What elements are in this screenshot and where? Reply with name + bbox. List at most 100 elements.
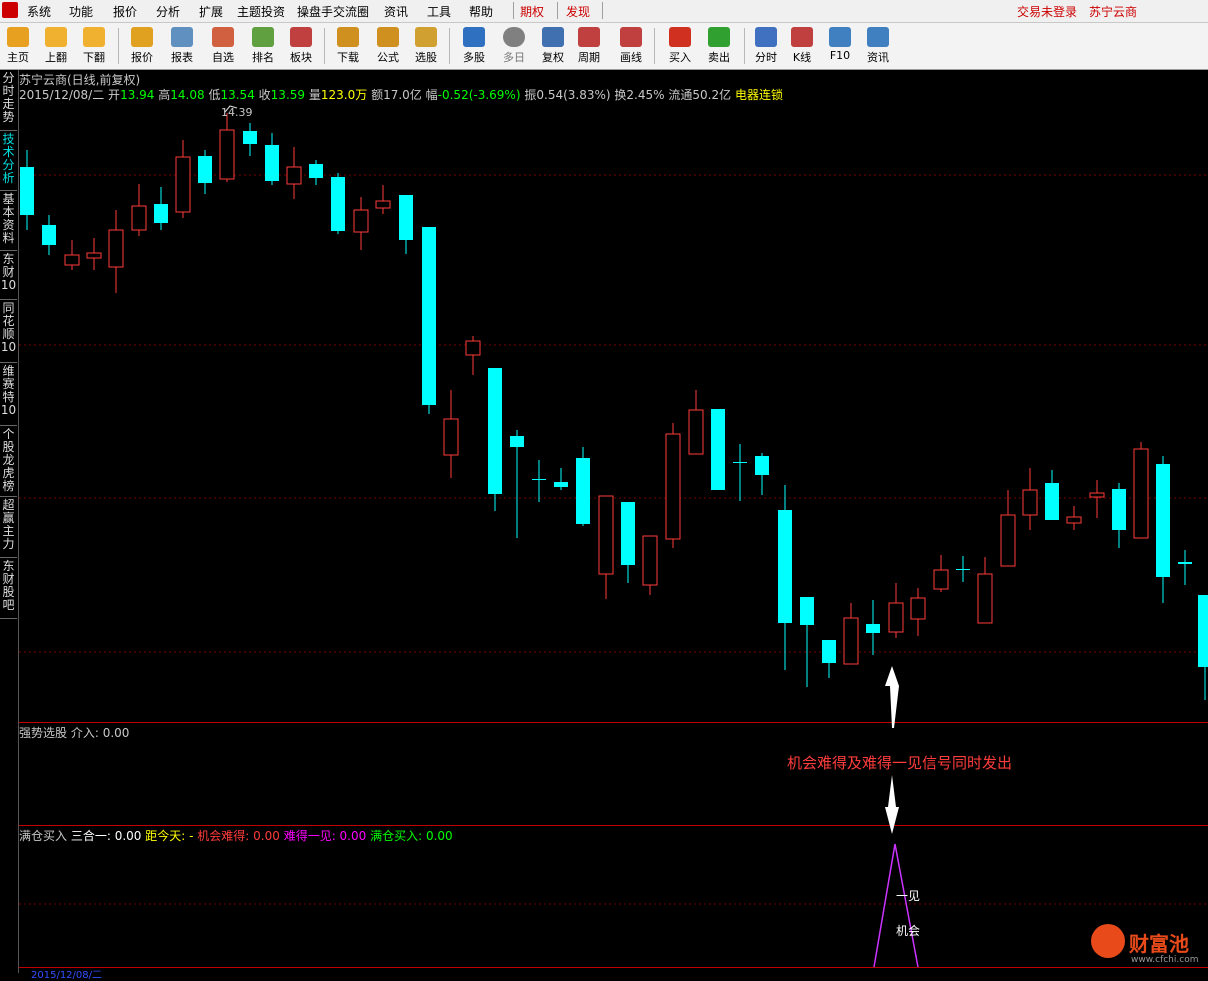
news-button[interactable]: 资讯 [858,25,898,67]
sell-icon [708,27,730,47]
tab-dragon-tiger[interactable]: 个股龙虎榜 [0,426,17,497]
multi-day-button[interactable]: 多日 [494,25,534,67]
candle-body [910,597,926,620]
candle [621,502,635,583]
login-status[interactable]: 交易未登录 [1017,3,1077,20]
tab-wst-10[interactable]: 维赛特10 [0,363,17,426]
menu-trader-circle[interactable]: 操盘手交流圈 [297,3,369,20]
candle-body [488,368,502,494]
intraday-button[interactable]: 分时 [746,25,786,67]
menu-analysis[interactable]: 分析 [156,3,180,20]
tab-basic-info[interactable]: 基本资料 [0,191,17,251]
menu-bar: 系统 功能 报价 分析 扩展 主题投资 操盘手交流圈 资讯 工具 帮助 期权 发… [0,0,1208,23]
high-value: 14.08 [170,88,205,102]
menu-news[interactable]: 资讯 [384,3,408,20]
panel2-name[interactable]: 强势选股 [19,726,67,740]
current-stock-name: 苏宁云商 [1089,5,1138,19]
toolbar-separator [744,28,745,64]
menu-quote[interactable]: 报价 [113,3,137,20]
watchlist-button[interactable]: 自选 [203,25,243,67]
page-down-button[interactable]: 下翻 [74,25,114,67]
menu-discover[interactable]: 发现 [566,3,590,20]
download-button[interactable]: 下载 [328,25,368,67]
toolbar-separator [449,28,450,64]
candle [353,197,369,250]
menu-options[interactable]: 期权 [520,3,544,20]
sector-name[interactable]: 电器连锁 [735,88,783,102]
rank-button[interactable]: 排名 [243,25,283,67]
tab-stock-forum[interactable]: 东财股吧 [0,558,17,619]
buy-icon [669,27,691,47]
candle [219,113,235,182]
candle [1022,468,1038,530]
tab-technical-analysis[interactable]: 技术分析 [0,131,17,191]
menu-system[interactable]: 系统 [27,3,51,20]
formula-button[interactable]: 公式 [368,25,408,67]
candle-body [621,502,635,565]
candle-body [977,573,993,624]
f10-button[interactable]: F10 [820,25,860,67]
panel3-name[interactable]: 满仓买入 [19,829,67,843]
draw-line-button[interactable]: 画线 [611,25,651,67]
home-button[interactable]: 主页 [0,25,38,67]
panel3-item-rarely-seen: 难得一见: 0.00 [283,829,367,843]
f10-icon [829,27,851,47]
tab-eastmoney-10[interactable]: 东财10 [0,251,17,300]
yen-icon [131,27,153,47]
panel2-item: 介入: 0.00 [70,726,130,740]
candle-body [175,156,191,213]
sell-button[interactable]: 卖出 [699,25,739,67]
candle [131,184,147,236]
candle-body [532,479,546,480]
quote-button[interactable]: 报价 [122,25,162,67]
candle-body [554,482,568,487]
candle [956,556,970,582]
tab-intraday[interactable]: 分时走势 [0,70,17,131]
report-button[interactable]: 报表 [162,25,202,67]
menu-help[interactable]: 帮助 [469,3,493,20]
candle-body [778,510,792,623]
menu-function[interactable]: 功能 [69,3,93,20]
report-icon [171,27,193,47]
candle [375,185,391,214]
candle-body [108,229,124,268]
multi-stock-button[interactable]: 多股 [454,25,494,67]
candle-body [309,164,323,178]
candle-body [86,252,102,259]
kline-button[interactable]: K线 [782,25,822,67]
candle-body [219,129,235,180]
tab-main-force[interactable]: 超赢主力 [0,497,17,558]
volume-label: 量 [308,88,321,102]
kline-chart[interactable]: 苏宁云商(日线,前复权) 2015/12/08/二 开13.94 高14.08 … [19,70,1208,981]
menu-tools[interactable]: 工具 [427,3,451,20]
down-arrow-icon [83,27,105,47]
sector-button[interactable]: 板块 [281,25,321,67]
low-value: 13.54 [220,88,255,102]
page-up-button[interactable]: 上翻 [36,25,76,67]
candle [309,160,323,185]
tab-ths-10[interactable]: 同花顺10 [0,300,17,363]
candle-body [665,433,681,540]
candle [1156,456,1170,603]
candle-body [154,204,168,223]
candle-body [353,209,369,233]
buy-button[interactable]: 买入 [660,25,700,67]
candle-body [888,602,904,633]
toolbar: 主页 上翻 下翻 报价 报表 自选 排名 板块 下载 公式 选股 多股 多日 复… [0,23,1208,70]
menu-theme-invest[interactable]: 主题投资 [237,3,285,20]
candle [866,600,880,655]
candle [554,468,568,490]
candle [755,453,769,495]
select-stock-button[interactable]: 选股 [406,25,446,67]
menu-extend[interactable]: 扩展 [199,3,223,20]
home-icon [7,27,29,47]
candle [576,447,590,526]
period-button[interactable]: 周期 [569,25,609,67]
rank-icon [252,27,274,47]
menu-separator [513,2,514,19]
candle [1112,483,1126,548]
restore-right-button[interactable]: 复权 [533,25,573,67]
panel3-item-rare-chance: 机会难得: 0.00 [197,829,280,843]
candle [843,603,859,665]
candle [1066,506,1082,530]
